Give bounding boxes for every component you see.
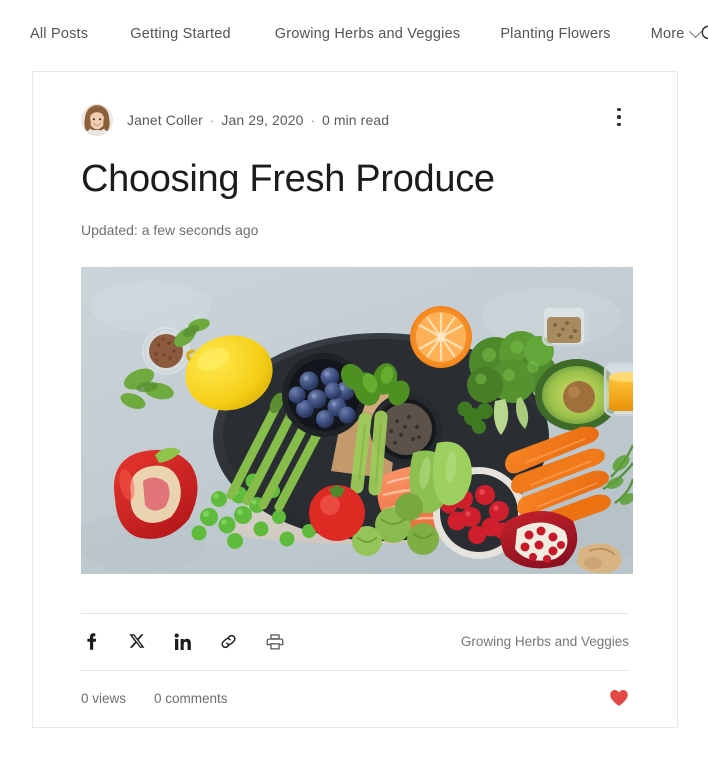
x-share-icon[interactable] <box>127 632 146 651</box>
author-row: Janet Coller · Jan 29, 2020 · 0 min read <box>81 72 629 136</box>
views-count: 0 views <box>81 690 127 706</box>
share-icons <box>81 632 284 651</box>
search-icon[interactable] <box>700 24 708 44</box>
nav-more-label: More <box>650 26 685 42</box>
copy-link-icon[interactable] <box>219 632 238 651</box>
top-navigation: All Posts Getting Started Growing Herbs … <box>0 0 708 68</box>
comments-count[interactable]: 0 comments <box>154 691 228 706</box>
nav-item-all-posts[interactable]: All Posts <box>30 26 88 42</box>
post-date: Jan 29, 2020 <box>221 112 304 128</box>
updated-timestamp: Updated: a few seconds ago <box>81 221 259 238</box>
footer-row: 0 views 0 comments <box>81 671 629 726</box>
meta-separator-1: · <box>209 112 215 128</box>
author-name[interactable]: Janet Coller <box>127 112 203 128</box>
read-time: 0 min read <box>321 112 390 128</box>
avatar[interactable] <box>81 104 113 136</box>
hero-image <box>81 266 633 574</box>
nav-item-more[interactable]: More <box>650 24 702 42</box>
page-title: Choosing Fresh Produce <box>81 158 495 200</box>
author-meta: Janet Coller · Jan 29, 2020 · 0 min read <box>127 112 389 128</box>
more-options-icon[interactable] <box>609 106 629 128</box>
heart-filled-icon[interactable] <box>609 689 629 708</box>
nav-item-growing-herbs-and-veggies[interactable]: Growing Herbs and Veggies <box>275 26 461 42</box>
share-row: Growing Herbs and Veggies <box>81 614 629 670</box>
facebook-share-icon[interactable] <box>81 632 100 651</box>
print-icon[interactable] <box>265 632 284 651</box>
linkedin-share-icon[interactable] <box>173 632 192 651</box>
nav-item-planting-flowers[interactable]: Planting Flowers <box>500 26 610 42</box>
nav-item-getting-started[interactable]: Getting Started <box>130 26 231 42</box>
post-card: Janet Coller · Jan 29, 2020 · 0 min read… <box>32 71 678 728</box>
post-category-link[interactable]: Growing Herbs and Veggies <box>461 634 629 649</box>
meta-separator-2: · <box>310 112 315 128</box>
